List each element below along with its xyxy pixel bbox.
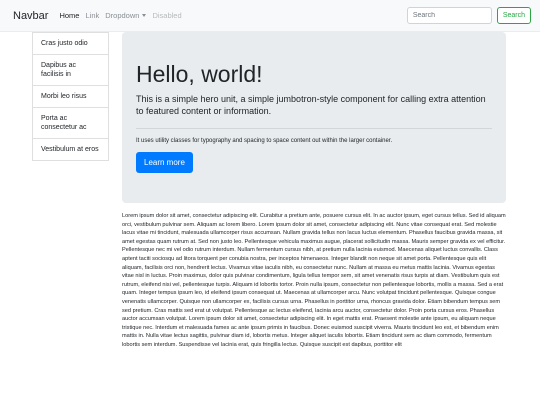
search-button[interactable]: Search — [496, 7, 531, 24]
jumbotron-lead: This is a simple hero unit, a simple jum… — [136, 94, 486, 116]
sidebar-item[interactable]: Dapibus ac facilisis in — [32, 55, 109, 86]
nav-dropdown-label: Dropdown — [105, 11, 140, 20]
sidebar-item[interactable]: Morbi leo risus — [32, 86, 109, 108]
navbar: Navbar Home Link Dropdown Disabled Searc… — [0, 0, 540, 32]
sidebar-item[interactable]: Cras justo odio — [32, 32, 109, 55]
search-input[interactable] — [406, 7, 492, 24]
jumbotron-text: It uses utility classes for typography a… — [136, 138, 393, 144]
main-container: Cras justo odio Dapibus ac facilisis in … — [0, 32, 540, 405]
body-paragraph: Lorem ipsum dolor sit amet, consectetur … — [122, 213, 506, 348]
jumbotron: Hello, world! This is a simple hero unit… — [122, 32, 506, 203]
nav-link-home[interactable]: Home — [59, 11, 79, 20]
sidebar-list: Cras justo odio Dapibus ac facilisis in … — [32, 32, 109, 161]
jumbotron-title: Hello, world! — [136, 61, 263, 87]
nav-link-disabled: Disabled — [152, 11, 182, 20]
navbar-brand[interactable]: Navbar — [13, 10, 48, 22]
learn-more-button[interactable]: Learn more — [136, 152, 193, 173]
jumbotron-divider — [136, 128, 492, 129]
nav-dropdown[interactable]: Dropdown — [105, 11, 147, 20]
sidebar-item[interactable]: Vestibulum at eros — [32, 139, 109, 161]
nav-link-link[interactable]: Link — [85, 11, 99, 20]
sidebar-item[interactable]: Porta ac consectetur ac — [32, 108, 109, 139]
caret-down-icon — [142, 14, 147, 17]
